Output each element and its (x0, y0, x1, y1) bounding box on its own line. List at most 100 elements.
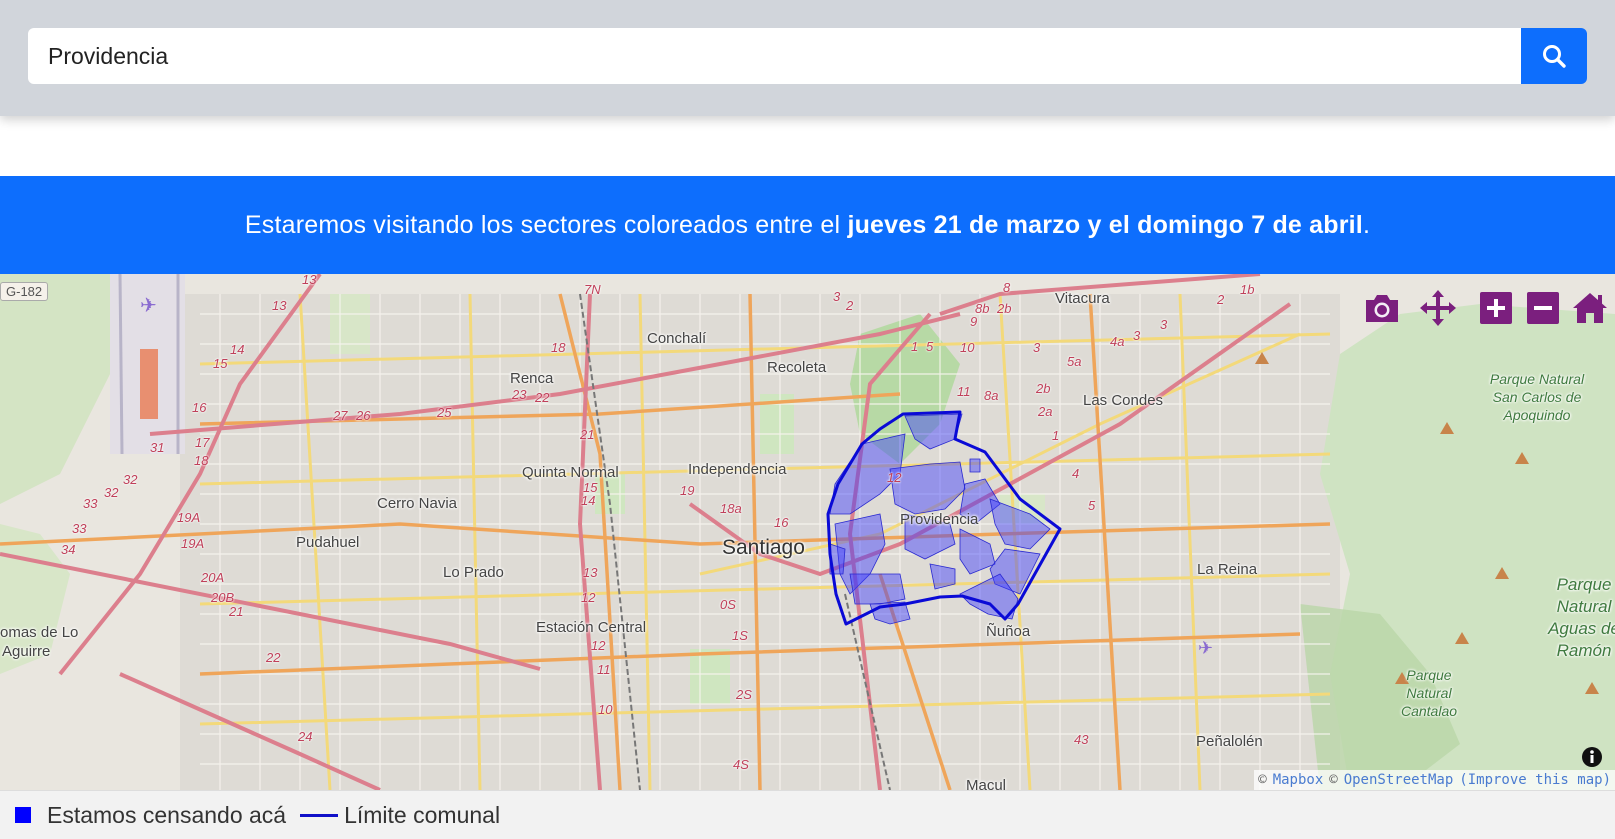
mapbox-link[interactable]: Mapbox (1273, 772, 1324, 788)
label-lo-prado: Lo Prado (443, 564, 504, 581)
label-pudahuel: Pudahuel (296, 534, 360, 551)
road-number: 16 (774, 515, 789, 530)
road-number: 1 (911, 339, 919, 354)
improve-map-link[interactable]: (Improve this map) (1459, 772, 1611, 788)
road-number: 13 (302, 274, 317, 287)
road-number: 4 (1072, 466, 1080, 481)
road-number: 12 (581, 590, 596, 605)
road-number: 19 (680, 483, 695, 498)
screenshot-button[interactable] (1362, 288, 1402, 328)
label-independencia: Independencia (688, 461, 787, 478)
label-estacion-central: Estación Central (536, 619, 647, 636)
road-number: 12 (591, 638, 606, 653)
label-macul: Macul (966, 777, 1007, 790)
road-number: 18a (720, 501, 742, 516)
road-number: 34 (61, 542, 76, 557)
limite-label: Límite comunal (344, 801, 501, 828)
svg-text:✈: ✈ (1198, 638, 1213, 659)
road-number: 25 (437, 405, 452, 420)
road-number: 27 (333, 408, 348, 423)
map-attribution: © Mapbox © OpenStreetMap (Improve this m… (1254, 770, 1615, 790)
road-number: 26 (356, 408, 371, 423)
pan-icon (1420, 290, 1456, 326)
road-number: 32 (104, 485, 119, 500)
road-number: 4S (733, 757, 749, 772)
zoom-in-icon (1480, 292, 1512, 324)
osm-link[interactable]: OpenStreetMap (1344, 772, 1454, 788)
road-number: 14 (230, 342, 245, 357)
road-number: 2a (1038, 404, 1053, 419)
home-icon (1573, 293, 1607, 323)
road-number: 17 (195, 435, 210, 450)
search-button[interactable] (1521, 28, 1587, 84)
banner-text-suffix: . (1362, 210, 1371, 239)
info-icon[interactable] (1581, 746, 1603, 768)
road-number: 12 (887, 470, 902, 485)
road-number: 11 (597, 662, 611, 677)
road-number: 2S (736, 687, 752, 702)
road-number: 13 (583, 565, 598, 580)
label-nunoa: Ñuñoa (986, 623, 1031, 640)
zoom-out-icon (1527, 292, 1559, 324)
road-number: 20A (201, 570, 225, 585)
label-park-san-carlos: Parque Natural San Carlos de Apoquindo (1489, 371, 1585, 423)
label-renca: Renca (510, 370, 554, 387)
map[interactable]: ✈ ✈ G-182 Vitacura Conchalí Recoleta Ren… (0, 274, 1615, 790)
road-number: 19A (181, 536, 205, 551)
road-number: 24 (298, 729, 313, 744)
road-number: 1S (732, 628, 748, 643)
dates-banner: Estaremos visitando los sectores colorea… (0, 176, 1615, 274)
label-santiago: Santiago (722, 536, 805, 559)
home-button[interactable] (1570, 288, 1610, 328)
road-number: 0S (720, 597, 736, 612)
label-providencia: Providencia (900, 511, 979, 528)
banner-text-dates: jueves 21 de marzo y el domingo 7 de abr… (847, 210, 1363, 239)
road-number: 18 (551, 340, 566, 355)
road-number: 32 (123, 472, 138, 487)
zoom-out-button[interactable] (1523, 288, 1563, 328)
road-number: 1 (1052, 428, 1060, 443)
road-number: 8a (984, 388, 999, 403)
limite-swatch (300, 813, 339, 817)
road-number: 18 (194, 453, 209, 468)
label-conchali: Conchalí (647, 330, 707, 347)
road-number: 5 (1088, 498, 1096, 513)
road-number: 20B (211, 590, 235, 605)
censando-swatch (15, 807, 31, 823)
road-number: 31 (150, 440, 165, 455)
search-bar (0, 0, 1615, 116)
map-controls (0, 288, 1615, 332)
road-number: 3 (1033, 340, 1041, 355)
pan-button[interactable] (1418, 288, 1458, 328)
map-legend: Estamos censando acá Límite comunal (0, 790, 1615, 839)
label-partial-2: Aguirre (2, 643, 51, 660)
road-number: 5a (1067, 354, 1082, 369)
label-partial-1: omas de Lo (0, 624, 79, 641)
road-number: 10 (598, 702, 613, 717)
zoom-in-button[interactable] (1476, 288, 1516, 328)
label-recoleta: Recoleta (767, 359, 827, 376)
label-las-condes: Las Condes (1083, 392, 1164, 409)
road-number: 43 (1074, 732, 1089, 747)
attribution-copyright: © (1258, 772, 1267, 788)
censando-label: Estamos censando acá (47, 801, 287, 828)
road-number: 14 (581, 493, 596, 508)
road-number: 16 (192, 400, 207, 415)
label-cerro-navia: Cerro Navia (377, 495, 458, 512)
road-number: 5 (926, 339, 934, 354)
road-number: 33 (72, 521, 87, 536)
label-la-reina: La Reina (1197, 561, 1258, 578)
road-number: 33 (83, 496, 98, 511)
search-icon (1543, 45, 1566, 68)
road-number: 15 (213, 356, 228, 371)
search-input[interactable] (28, 28, 1521, 84)
label-park-cantalao: Parque Natural Cantalao (1400, 667, 1458, 719)
attribution-copyright-2: © (1329, 772, 1338, 788)
road-number: 4a (1110, 334, 1125, 349)
road-number: 22 (535, 390, 550, 405)
road-number: 21 (229, 604, 244, 619)
banner-text-prefix: Estaremos visitando los sectores colorea… (244, 210, 848, 239)
road-number: 2b (1036, 381, 1051, 396)
road-number: 21 (580, 427, 595, 442)
label-penalolen: Peñalolén (1196, 733, 1263, 750)
